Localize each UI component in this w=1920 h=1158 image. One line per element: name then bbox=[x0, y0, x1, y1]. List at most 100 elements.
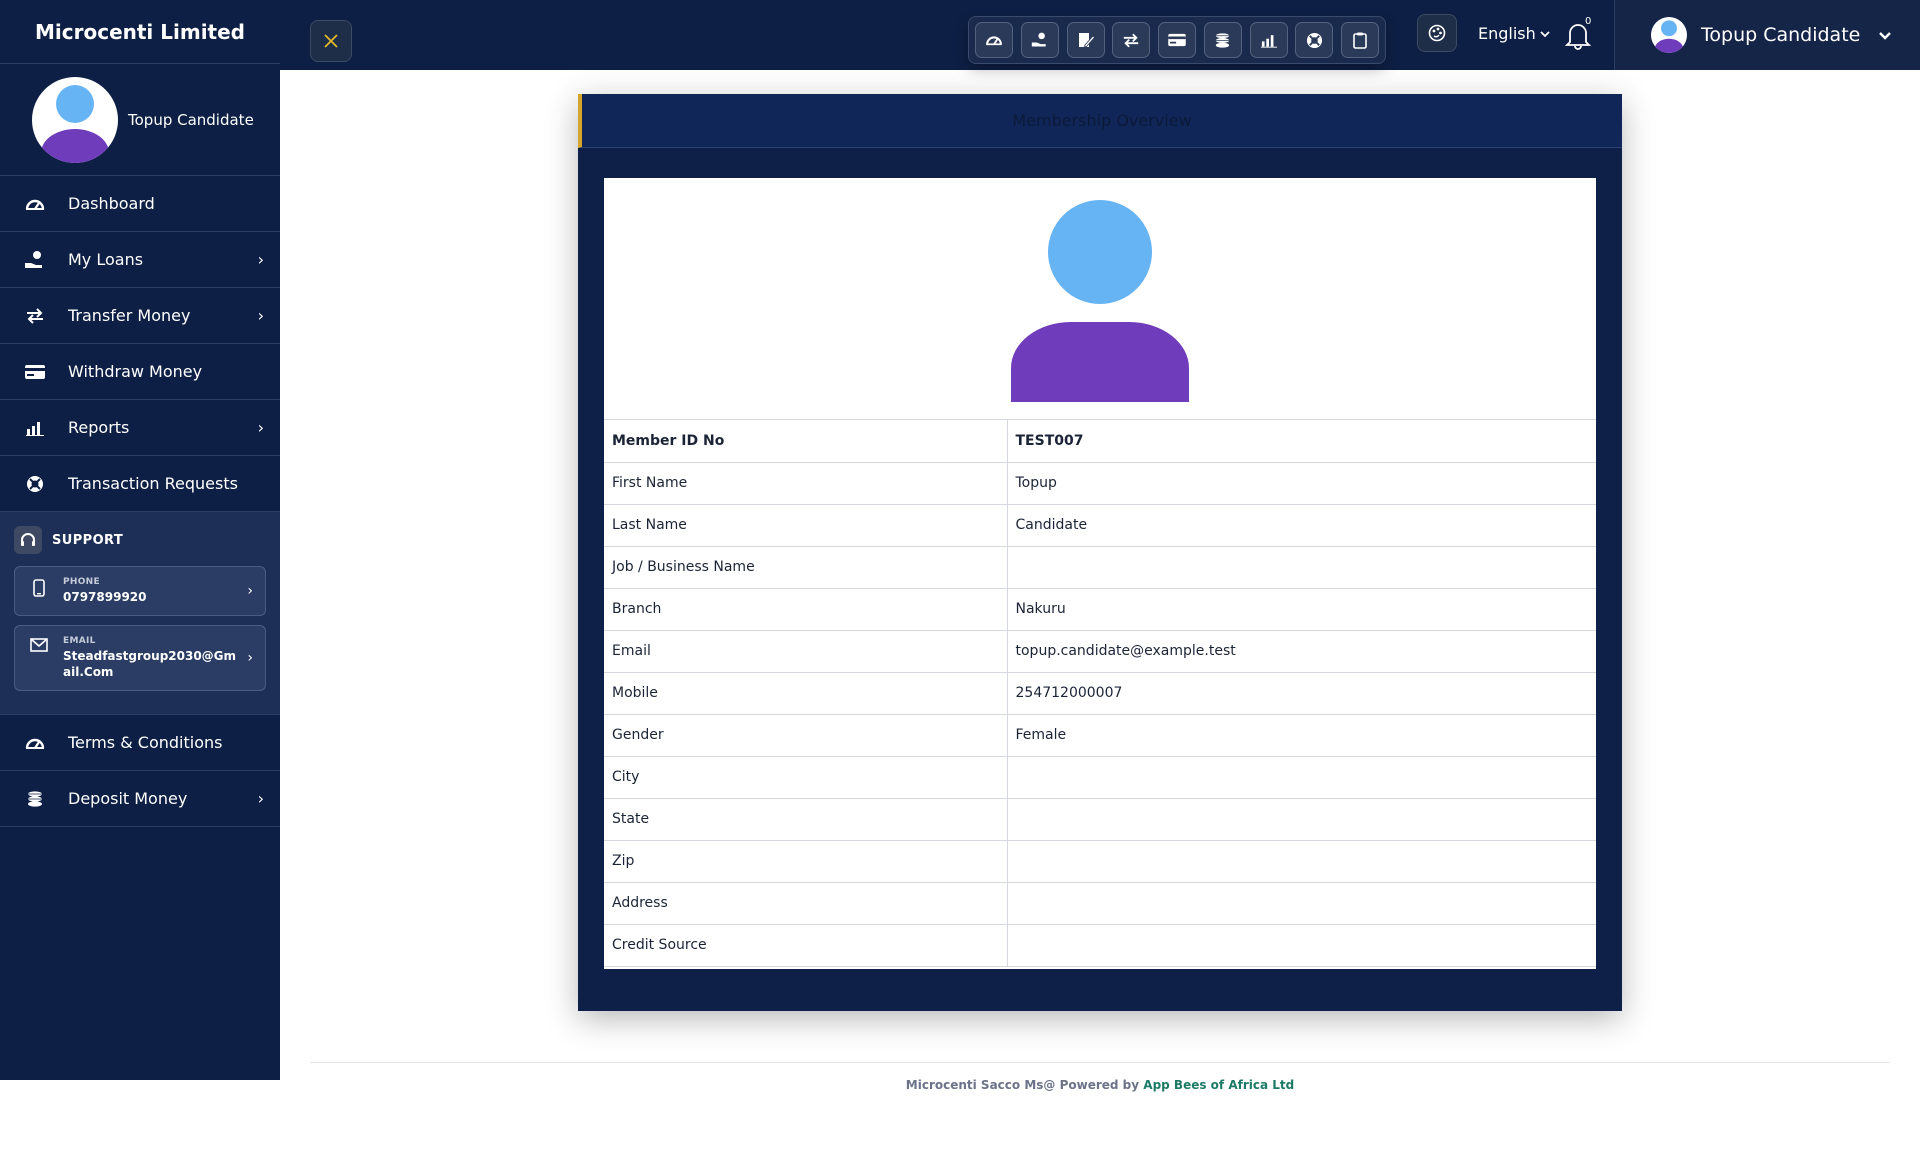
quick-withdraw-button[interactable] bbox=[1158, 22, 1196, 58]
language-selector[interactable]: English bbox=[1478, 24, 1551, 43]
footer-divider bbox=[310, 1062, 1890, 1063]
sidebar-item-terms-conditions[interactable]: Terms & Conditions bbox=[0, 715, 280, 771]
field-label: City bbox=[604, 756, 1008, 799]
sidebar-item-reports[interactable]: Reports › bbox=[0, 400, 280, 456]
table-row: Zip bbox=[604, 840, 1596, 883]
sidebar-item-dashboard[interactable]: Dashboard bbox=[0, 176, 280, 232]
sidebar-item-my-loans[interactable]: My Loans › bbox=[0, 232, 280, 288]
card-header: Membership Overview bbox=[578, 94, 1622, 148]
footer-link[interactable]: App Bees of Africa Ltd bbox=[1143, 1078, 1294, 1092]
table-row: Email topup.candidate@example.test bbox=[604, 630, 1596, 673]
field-value: 254712000007 bbox=[1007, 672, 1596, 715]
field-value bbox=[1007, 924, 1596, 967]
chevron-right-icon: › bbox=[257, 418, 264, 437]
chevron-right-icon: › bbox=[247, 583, 253, 599]
field-label: Address bbox=[604, 882, 1008, 925]
sidebar-toggle-button[interactable] bbox=[310, 20, 352, 62]
chevron-down-icon bbox=[1879, 31, 1892, 40]
user-menu[interactable]: Topup Candidate bbox=[1614, 0, 1920, 70]
bar-chart-icon bbox=[24, 417, 46, 439]
table-row: Branch Nakuru bbox=[604, 588, 1596, 631]
close-icon bbox=[324, 34, 338, 48]
hand-coin-icon bbox=[1031, 32, 1046, 47]
field-value: topup.candidate@example.test bbox=[1007, 630, 1596, 673]
sidebar-item-label: Terms & Conditions bbox=[68, 733, 223, 752]
phone-icon bbox=[27, 577, 51, 605]
field-value: Topup bbox=[1007, 462, 1596, 505]
field-label: First Name bbox=[604, 462, 1008, 505]
quick-reports-button[interactable] bbox=[1249, 22, 1288, 58]
dashboard-icon bbox=[24, 193, 46, 215]
table-row: Job / Business Name bbox=[604, 546, 1596, 589]
quick-deposit-button[interactable] bbox=[1203, 22, 1242, 58]
email-value: Steadfastgroup2030@Gmail.Com bbox=[63, 649, 237, 679]
dashboard-icon bbox=[986, 36, 1002, 46]
palette-icon bbox=[1428, 24, 1446, 42]
quick-terms-button[interactable] bbox=[1341, 22, 1379, 58]
field-value bbox=[1007, 840, 1596, 883]
member-photo-area bbox=[604, 178, 1596, 420]
chevron-right-icon: › bbox=[247, 650, 253, 666]
sidebar-item-withdraw-money[interactable]: Withdraw Money bbox=[0, 344, 280, 400]
chevron-right-icon: › bbox=[257, 250, 264, 269]
table-row: First Name Topup bbox=[604, 462, 1596, 505]
language-label: English bbox=[1478, 24, 1536, 43]
table-row: City bbox=[604, 756, 1596, 799]
field-label: Branch bbox=[604, 588, 1008, 631]
quick-requests-button[interactable] bbox=[1295, 22, 1334, 58]
table-row: Last Name Candidate bbox=[604, 504, 1596, 547]
footer: Microcenti Sacco Ms@ Powered by App Bees… bbox=[310, 1078, 1890, 1092]
sidebar: Microcenti Limited Topup Candidate Dashb… bbox=[0, 0, 280, 1080]
edit-doc-icon bbox=[1078, 33, 1095, 48]
sidebar-item-label: My Loans bbox=[68, 250, 144, 269]
quick-transfer-button[interactable] bbox=[1112, 22, 1151, 58]
brand-name[interactable]: Microcenti Limited bbox=[0, 0, 280, 64]
sidebar-item-label: Deposit Money bbox=[68, 789, 188, 808]
sidebar-item-label: Reports bbox=[68, 418, 130, 437]
coins-icon bbox=[1216, 32, 1230, 48]
transfer-arrows-icon bbox=[24, 305, 46, 327]
membership-overview-card: Membership Overview Member ID No TEST007… bbox=[578, 94, 1622, 1011]
field-label: State bbox=[604, 798, 1008, 841]
email-label: EMAIL bbox=[63, 636, 96, 646]
sidebar-item-deposit-money[interactable]: Deposit Money › bbox=[0, 771, 280, 827]
field-value bbox=[1007, 756, 1596, 799]
table-row: Address bbox=[604, 882, 1596, 925]
profile-name: Topup Candidate bbox=[128, 110, 254, 129]
field-value: Female bbox=[1007, 714, 1596, 757]
lifebuoy-icon bbox=[24, 473, 46, 495]
card-icon bbox=[24, 361, 46, 383]
field-label: Email bbox=[604, 630, 1008, 673]
support-email-card[interactable]: EMAIL Steadfastgroup2030@Gmail.Com › bbox=[14, 625, 266, 691]
support-phone-card[interactable]: PHONE 0797899920 › bbox=[14, 566, 266, 616]
field-label: Last Name bbox=[604, 504, 1008, 547]
quick-loans-button[interactable] bbox=[1020, 22, 1059, 58]
sidebar-item-label: Withdraw Money bbox=[68, 362, 203, 381]
user-name: Topup Candidate bbox=[1701, 24, 1861, 46]
field-value bbox=[1007, 798, 1596, 841]
field-value bbox=[1007, 546, 1596, 589]
table-row: Credit Source bbox=[604, 924, 1596, 967]
card-icon bbox=[1168, 33, 1186, 47]
coins-icon bbox=[24, 788, 46, 810]
sidebar-profile: Topup Candidate bbox=[0, 64, 280, 176]
field-value: TEST007 bbox=[1007, 420, 1596, 463]
quick-actions-toolbar bbox=[968, 16, 1386, 64]
table-row: Member ID No TEST007 bbox=[604, 420, 1596, 463]
field-label: Mobile bbox=[604, 672, 1008, 715]
field-label: Credit Source bbox=[604, 924, 1008, 967]
chevron-right-icon: › bbox=[257, 789, 264, 808]
table-row: Mobile 254712000007 bbox=[604, 672, 1596, 715]
theme-button[interactable] bbox=[1417, 14, 1457, 52]
quick-dashboard-button[interactable] bbox=[975, 22, 1013, 58]
sidebar-item-label: Dashboard bbox=[68, 194, 155, 213]
field-value: Nakuru bbox=[1007, 588, 1596, 631]
member-details-table: Member ID No TEST007 First Name Topup La… bbox=[604, 420, 1596, 967]
field-value bbox=[1007, 882, 1596, 925]
sidebar-item-transfer-money[interactable]: Transfer Money › bbox=[0, 288, 280, 344]
quick-apply-button[interactable] bbox=[1066, 22, 1105, 58]
hand-coin-icon bbox=[24, 249, 46, 271]
sidebar-item-transaction-requests[interactable]: Transaction Requests bbox=[0, 456, 280, 512]
notification-count: 0 bbox=[1585, 16, 1592, 27]
avatar[interactable] bbox=[32, 76, 118, 163]
